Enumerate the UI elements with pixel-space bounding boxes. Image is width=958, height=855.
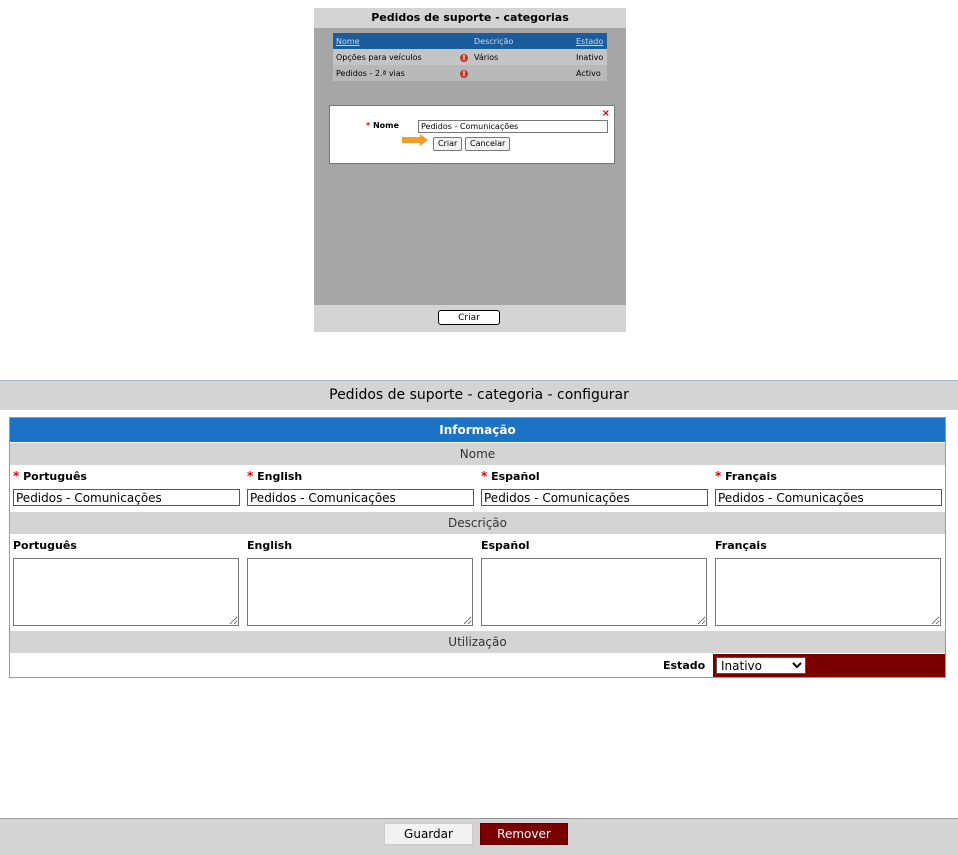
required-marker: * (481, 469, 488, 483)
row-name: Opções para veículos (336, 52, 422, 62)
name-input-es[interactable] (481, 489, 708, 506)
description-textarea-en[interactable] (247, 558, 473, 626)
column-header-description: Descrição (471, 33, 573, 49)
lang-label-text: Español (491, 470, 540, 483)
required-marker: * (13, 469, 20, 483)
description-textarea-pt[interactable] (13, 558, 239, 626)
status-cell: Inativo (713, 654, 945, 677)
name-input-pt[interactable] (13, 489, 240, 506)
config-form: Informação Nome * Português * English * … (9, 417, 946, 678)
categories-window-title: Pedidos de suporte - categorias (314, 8, 626, 28)
row-status: Inativo (573, 49, 607, 65)
description-textarea-fr[interactable] (715, 558, 941, 626)
table-row[interactable]: Pedidos - 2.ª vias ! Activo (333, 65, 607, 81)
description-label-en: English (247, 539, 293, 552)
name-input-en[interactable] (247, 489, 474, 506)
warning-icon: ! (460, 53, 468, 62)
name-label-es: * Español (481, 469, 540, 483)
warning-icon: ! (460, 69, 468, 78)
description-section-header: Descrição (10, 512, 945, 534)
description-label-es: Español (481, 539, 530, 552)
lang-label-text: Português (23, 470, 87, 483)
name-label-en: * English (247, 469, 302, 483)
create-button[interactable]: Criar (433, 137, 463, 151)
categories-window: Pedidos de suporte - categorias Nome Des… (314, 8, 626, 332)
row-description: Vários (471, 49, 573, 65)
name-input-fr[interactable] (715, 489, 942, 506)
column-header-status[interactable]: Estado (573, 33, 607, 49)
footer-bar: Guardar Remover (0, 818, 958, 855)
status-select[interactable]: Inativo (716, 657, 806, 674)
new-category-panel: × * Nome Criar Cancelar (329, 105, 615, 164)
row-name-cell[interactable]: Pedidos - 2.ª vias ! (333, 65, 471, 81)
remove-button[interactable]: Remover (480, 823, 568, 845)
description-label-pt: Português (13, 539, 77, 552)
name-label: Nome (372, 121, 399, 130)
status-label: Estado (663, 659, 706, 672)
required-marker: * (715, 469, 722, 483)
row-name-cell[interactable]: Opções para veículos ! (333, 49, 471, 65)
required-marker: * (247, 469, 254, 483)
row-description (471, 65, 573, 81)
description-label-fr: Français (715, 539, 767, 552)
arrow-right-icon (402, 134, 428, 146)
name-label-fr: * Français (715, 469, 777, 483)
row-name: Pedidos - 2.ª vias (336, 68, 405, 78)
required-marker: * (366, 121, 371, 130)
lang-label-text: English (257, 470, 303, 483)
name-label-pt: * Português (13, 469, 87, 483)
cancel-button[interactable]: Cancelar (465, 137, 511, 151)
categories-footer: Criar (314, 305, 626, 332)
name-field-label: * Nome (366, 121, 399, 130)
categories-table: Nome Descrição Estado Opções para veícul… (333, 33, 607, 81)
name-section-header: Nome (10, 443, 945, 465)
description-textarea-es[interactable] (481, 558, 707, 626)
table-row[interactable]: Opções para veículos ! Vários Inativo (333, 49, 607, 65)
info-header: Informação (10, 418, 945, 442)
lang-label-text: Français (725, 470, 777, 483)
page-title: Pedidos de suporte - categoria - configu… (0, 380, 958, 410)
footer-create-button[interactable]: Criar (438, 310, 500, 325)
column-header-name[interactable]: Nome (333, 33, 471, 49)
new-category-name-input[interactable] (418, 120, 608, 133)
close-icon[interactable]: × (602, 108, 610, 119)
save-button[interactable]: Guardar (384, 823, 473, 845)
usage-section-header: Utilização (10, 631, 945, 653)
row-status: Activo (573, 65, 607, 81)
